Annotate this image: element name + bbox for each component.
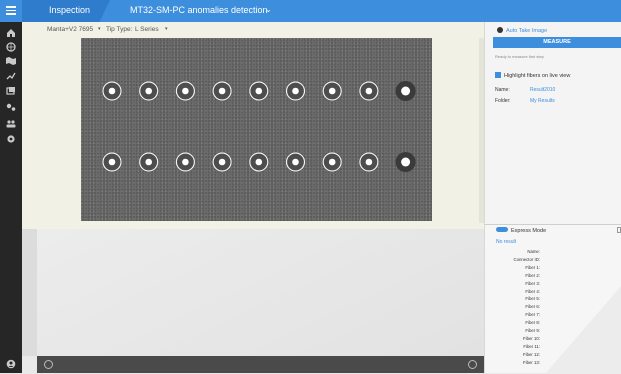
highlight-fibers-checkbox[interactable]: Highlight fibers on live view (495, 72, 570, 79)
auto-take-image-link[interactable]: Auto Take Image (497, 27, 547, 34)
fiber-core (138, 81, 159, 101)
fiber-core (358, 152, 379, 172)
toggle-switch-icon[interactable] (496, 227, 508, 232)
tip-type-chevron-icon[interactable]: ▾ (165, 26, 168, 32)
fiber-core (248, 81, 269, 101)
name-label: Name: (495, 87, 510, 93)
result-field-label: Fiber 12: (523, 351, 540, 357)
fiber-core (102, 81, 122, 101)
fiber-cores-overlay (102, 81, 416, 172)
tip-type-label: Tip Type: (106, 26, 133, 33)
camera-icon (497, 27, 503, 33)
collapse-panel-icon[interactable] (617, 227, 621, 233)
app-title: Inspection (49, 5, 91, 15)
express-mode-toggle[interactable]: Express Mode (496, 227, 546, 234)
folder-value[interactable]: My Results (530, 98, 555, 104)
name-row: Name: Result2010 (495, 87, 555, 93)
result-field-label: Fiber 9: (525, 328, 540, 333)
result-field-label: Connector ID: (513, 256, 540, 262)
fiber-core (322, 81, 343, 101)
fiber-core (395, 152, 416, 172)
fiber-core (395, 81, 416, 101)
fiber-core (248, 152, 269, 172)
fiber-core (175, 81, 196, 101)
tip-type-select[interactable]: L Series (135, 26, 159, 33)
folder-row: Folder: My Results (495, 98, 555, 104)
result-field-label: Fiber 1: (525, 264, 540, 270)
document-title[interactable]: MT32-SM-PC anomalies detection (130, 5, 268, 15)
fiber-core (285, 152, 306, 172)
bottom-left-control-icon[interactable] (44, 360, 53, 369)
map-icon[interactable] (5, 56, 17, 66)
result-field-label: Name: (527, 249, 540, 254)
chevron-down-icon[interactable]: ⌄ (265, 5, 272, 14)
home-icon[interactable] (5, 28, 17, 38)
bottom-right-control-icon[interactable] (468, 360, 477, 369)
measure-button[interactable]: MEASURE (493, 37, 621, 48)
result-field-label: Fiber 4: (525, 288, 540, 294)
result-field-label: Fiber 10: (523, 335, 540, 341)
lower-left-gutter (22, 229, 37, 356)
fiber-core (212, 81, 233, 101)
express-mode-label: Express Mode (511, 228, 547, 234)
fiber-core (358, 81, 379, 101)
fiber-core (102, 152, 122, 172)
fiber-core (285, 81, 306, 101)
status-text: Ready to measure first step (495, 54, 544, 59)
chart-icon[interactable] (5, 71, 17, 81)
auto-take-label: Auto Take Image (506, 28, 548, 34)
tools-icon[interactable] (5, 102, 17, 112)
no-result-text: No result (496, 239, 517, 245)
settings-icon[interactable] (5, 134, 17, 144)
top-bar: Inspection MT32-SM-PC anomalies detectio… (0, 0, 621, 22)
bottom-bar (37, 356, 484, 373)
users-icon[interactable] (5, 119, 17, 129)
account-icon[interactable] (5, 359, 17, 369)
hamburger-menu-icon[interactable] (6, 6, 16, 16)
fiber-core (175, 152, 196, 172)
fiber-core (138, 152, 159, 172)
results-graph-area (37, 229, 484, 356)
result-field-label: Fiber 5: (525, 296, 540, 302)
result-field-label: Fiber 8: (525, 320, 540, 326)
result-field-label: Fiber 11: (523, 343, 540, 349)
globe-icon[interactable] (5, 42, 17, 52)
folder-label: Folder: (495, 98, 511, 104)
result-field-label: Fiber 7: (525, 312, 540, 318)
layers-icon[interactable] (5, 86, 17, 96)
result-field-label: Fiber 6: (525, 304, 540, 310)
connector-endface-image[interactable] (81, 38, 432, 221)
result-field-label: Fiber 13: (523, 359, 540, 365)
viewer-toolbar: Manta+V2 7695 ▾ Tip Type: L Series ▾ (22, 22, 484, 38)
result-field-label: Fiber 2: (525, 272, 540, 278)
camera-select[interactable]: Manta+V2 7695 (47, 26, 93, 33)
name-value[interactable]: Result2010 (530, 87, 555, 93)
measure-panel (484, 22, 621, 224)
result-field-label: Fiber 3: (525, 280, 540, 286)
fiber-core (212, 152, 233, 172)
camera-chevron-icon[interactable]: ▾ (98, 26, 101, 32)
fiber-core (322, 152, 343, 172)
highlight-fibers-label: Highlight fibers on live view (504, 73, 571, 79)
checkbox-checked-icon[interactable] (495, 72, 501, 78)
sidebar (0, 22, 22, 373)
